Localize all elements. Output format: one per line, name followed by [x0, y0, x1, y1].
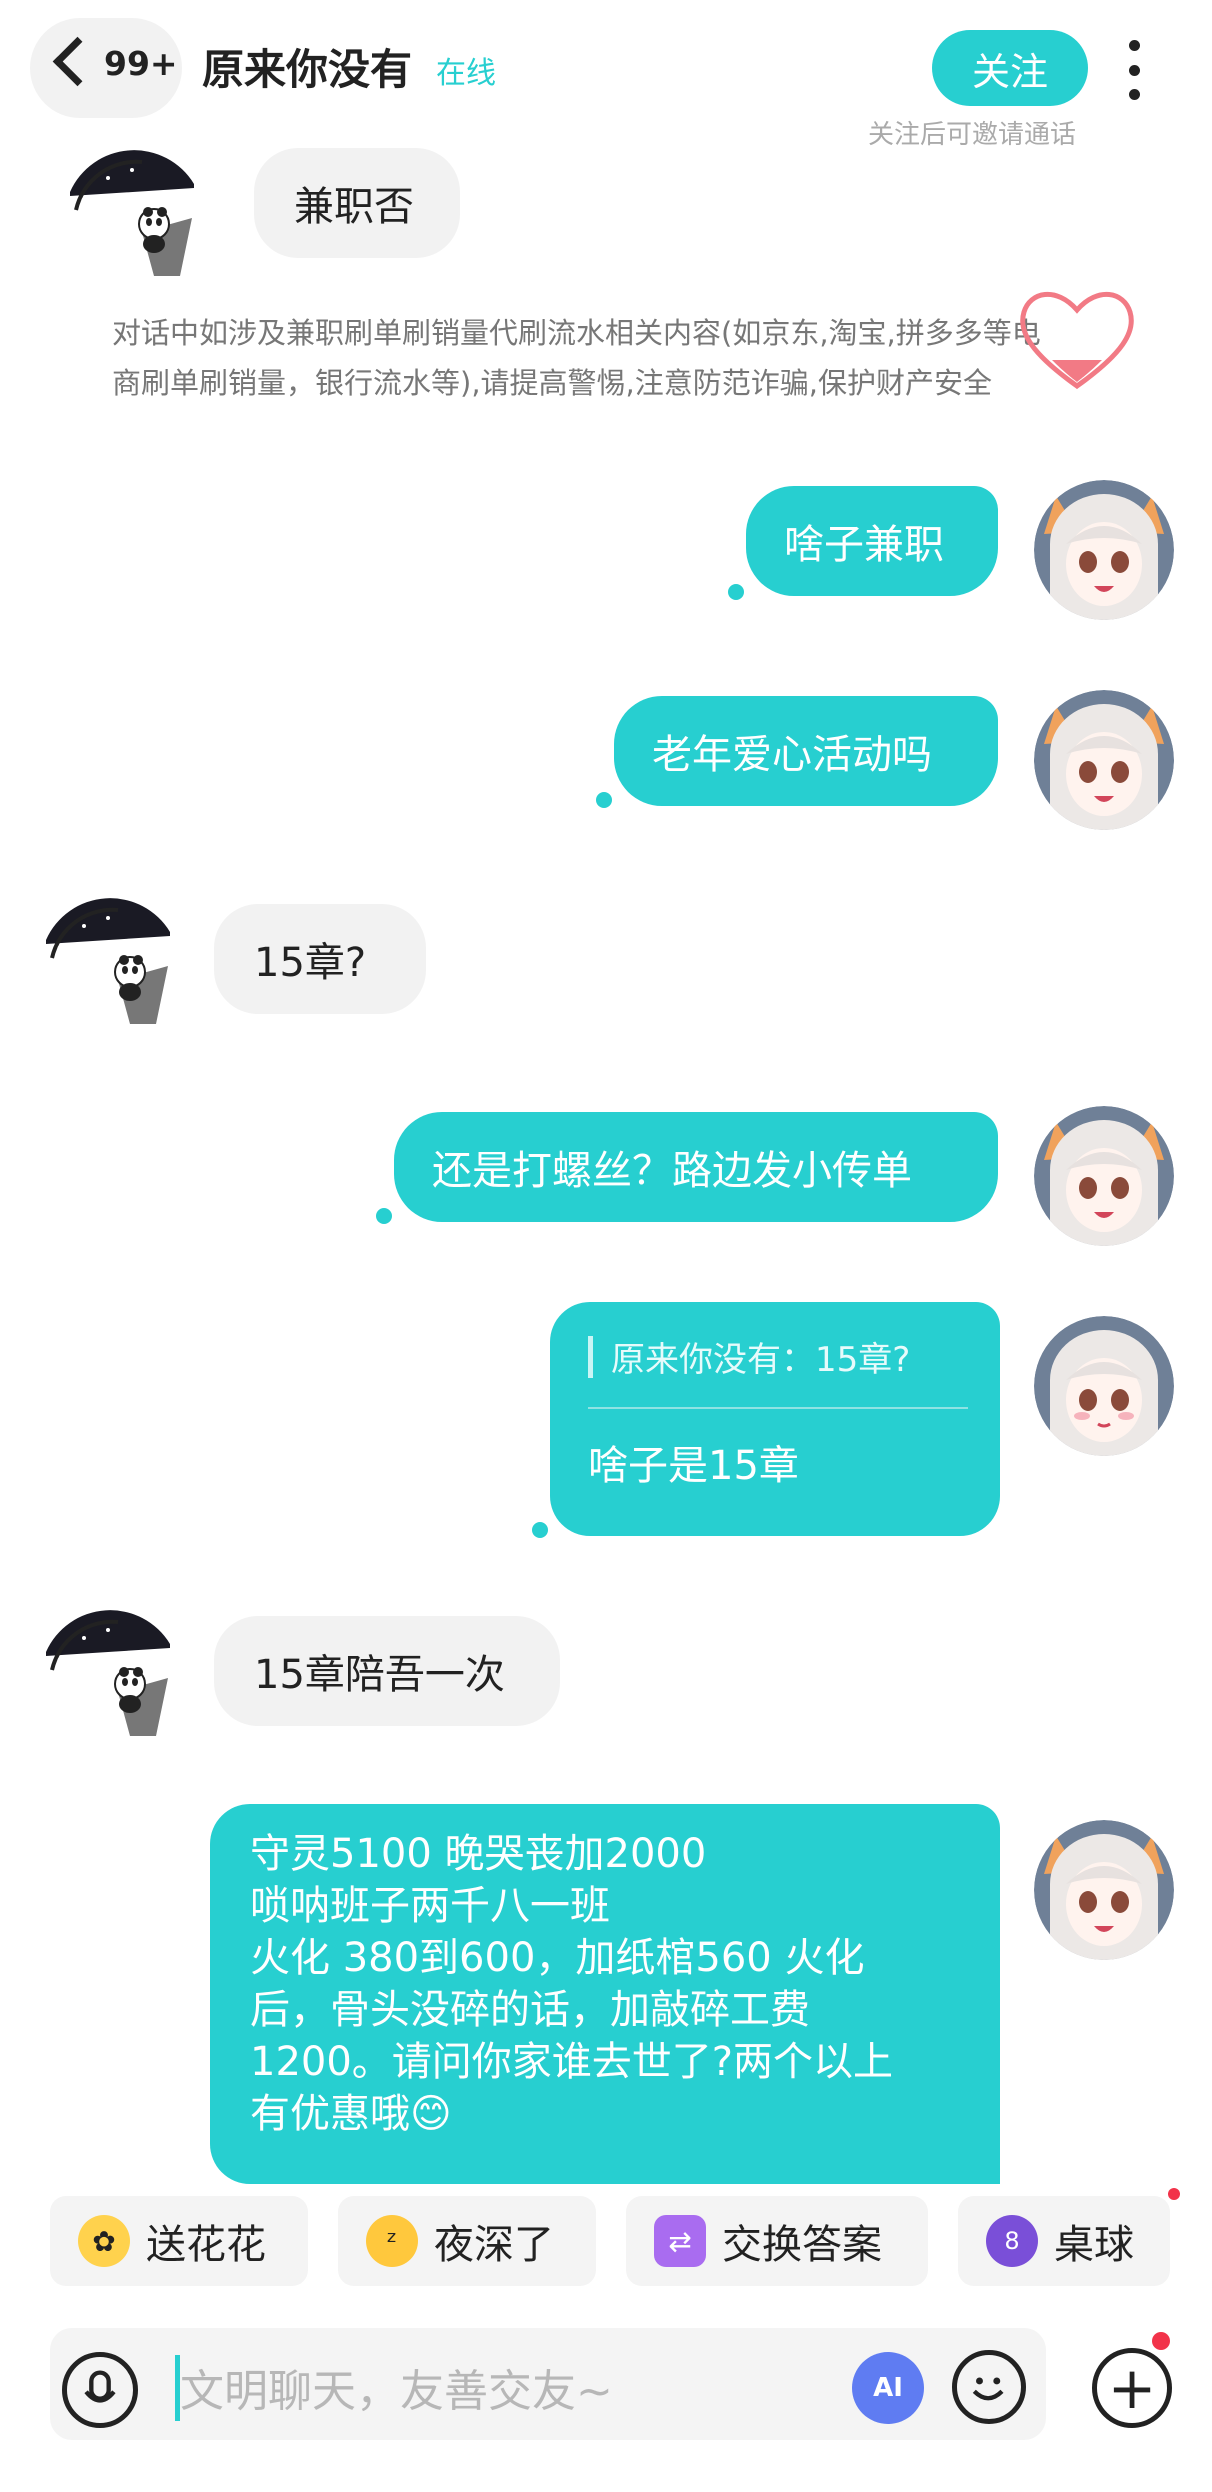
contact-avatar[interactable]	[38, 1608, 178, 1748]
message-line: 后，骨头没碎的话，加敲碎工费	[250, 1987, 810, 2033]
contact-avatar[interactable]	[38, 896, 178, 1036]
message-bubble-outgoing[interactable]: 啥子兼职	[746, 486, 998, 596]
message-text: 老年爱心活动吗	[652, 732, 932, 778]
quick-action-exchange-answers[interactable]: ⇄ 交换答案	[626, 2196, 928, 2286]
chip-label: 交换答案	[722, 2222, 882, 2268]
message-bubble-incoming[interactable]: 15章?	[214, 904, 426, 1014]
quick-action-late-night[interactable]: ᶻ 夜深了	[338, 2196, 596, 2286]
message-line: 守灵5100 晚哭丧加2000	[250, 1831, 707, 1877]
message-text: 15章陪吾一次	[254, 1652, 505, 1698]
fraud-warning-notice: 对话中如涉及兼职刷单刷销量代刷流水相关内容(如京东,淘宝,拼多多等电 商刷单刷销…	[112, 308, 1112, 408]
my-avatar[interactable]	[1034, 1106, 1174, 1246]
warning-line: 对话中如涉及兼职刷单刷销量代刷流水相关内容(如京东,淘宝,拼多多等电	[112, 316, 1041, 350]
sent-indicator	[728, 584, 744, 600]
contact-avatar[interactable]	[62, 148, 202, 288]
message-bubble-outgoing-quoted[interactable]: 原来你没有：15章? 啥子是15章	[550, 1302, 1000, 1536]
message-bubble-outgoing[interactable]: 还是打螺丝？路边发小传单	[394, 1112, 998, 1222]
message-text: 兼职否	[294, 184, 414, 230]
flower-emoji-icon: ✿	[78, 2215, 130, 2267]
my-avatar[interactable]	[1034, 1820, 1174, 1960]
message-bubble-incoming[interactable]: 兼职否	[254, 148, 460, 258]
message-line: 火化 380到600，加纸棺560 火化	[250, 1935, 865, 1981]
my-avatar[interactable]	[1034, 690, 1174, 830]
follow-hint: 关注后可邀请通话	[868, 120, 1077, 150]
unread-count-badge: 99+	[104, 44, 178, 83]
quoted-message: 原来你没有：15章?	[588, 1332, 964, 1381]
message-line: 1200。请问你家谁去世了?两个以上	[250, 2039, 894, 2085]
notification-dot	[1152, 2332, 1170, 2350]
exchange-icon: ⇄	[654, 2215, 706, 2267]
message-text: 15章?	[254, 940, 367, 986]
message-line: 有优惠哦😊	[250, 2091, 452, 2137]
more-menu-icon[interactable]	[1122, 40, 1146, 100]
message-bubble-outgoing[interactable]: 守灵5100 晚哭丧加2000 唢呐班子两千八一班 火化 380到600，加纸棺…	[210, 1804, 1000, 2184]
ai-assistant-icon[interactable]: AI	[852, 2352, 924, 2424]
sleepy-emoji-icon: ᶻ	[366, 2215, 418, 2267]
quote-divider	[588, 1407, 968, 1409]
message-bubble-incoming[interactable]: 15章陪吾一次	[214, 1616, 560, 1726]
heart-icon[interactable]	[1012, 278, 1142, 398]
voice-input-icon[interactable]	[62, 2352, 138, 2428]
quote-bar	[588, 1335, 593, 1378]
message-input[interactable]: 文明聊天，友善交友~	[180, 2355, 613, 2419]
plus-icon[interactable]: +	[1092, 2348, 1172, 2428]
emoji-icon[interactable]	[952, 2350, 1026, 2424]
billiards-8-ball-icon: 8	[986, 2215, 1038, 2267]
quick-action-billiards[interactable]: 8 桌球	[958, 2196, 1170, 2286]
message-text: 啥子是15章	[588, 1443, 799, 1489]
chat-title: 原来你没有	[202, 45, 413, 94]
my-avatar[interactable]	[1034, 1316, 1174, 1456]
notification-dot	[1168, 2188, 1180, 2200]
quick-action-send-flowers[interactable]: ✿ 送花花	[50, 2196, 308, 2286]
message-text: 啥子兼职	[784, 522, 944, 568]
online-status: 在线	[436, 56, 496, 91]
sent-indicator	[596, 792, 612, 808]
quoted-text: 原来你没有：15章?	[611, 1340, 911, 1380]
follow-button[interactable]: 关注	[932, 30, 1088, 106]
chip-label: 桌球	[1054, 2222, 1134, 2268]
message-text: 还是打螺丝？路边发小传单	[432, 1148, 912, 1194]
message-bubble-outgoing[interactable]: 老年爱心活动吗	[614, 696, 998, 806]
warning-line: 商刷单刷销量，银行流水等),请提高警惕,注意防范诈骗,保护财产安全	[112, 366, 992, 400]
message-line: 唢呐班子两千八一班	[250, 1883, 610, 1929]
sent-indicator	[376, 1208, 392, 1224]
chip-label: 送花花	[146, 2222, 266, 2268]
chip-label: 夜深了	[434, 2222, 554, 2268]
sent-indicator	[532, 1522, 548, 1538]
my-avatar[interactable]	[1034, 480, 1174, 620]
